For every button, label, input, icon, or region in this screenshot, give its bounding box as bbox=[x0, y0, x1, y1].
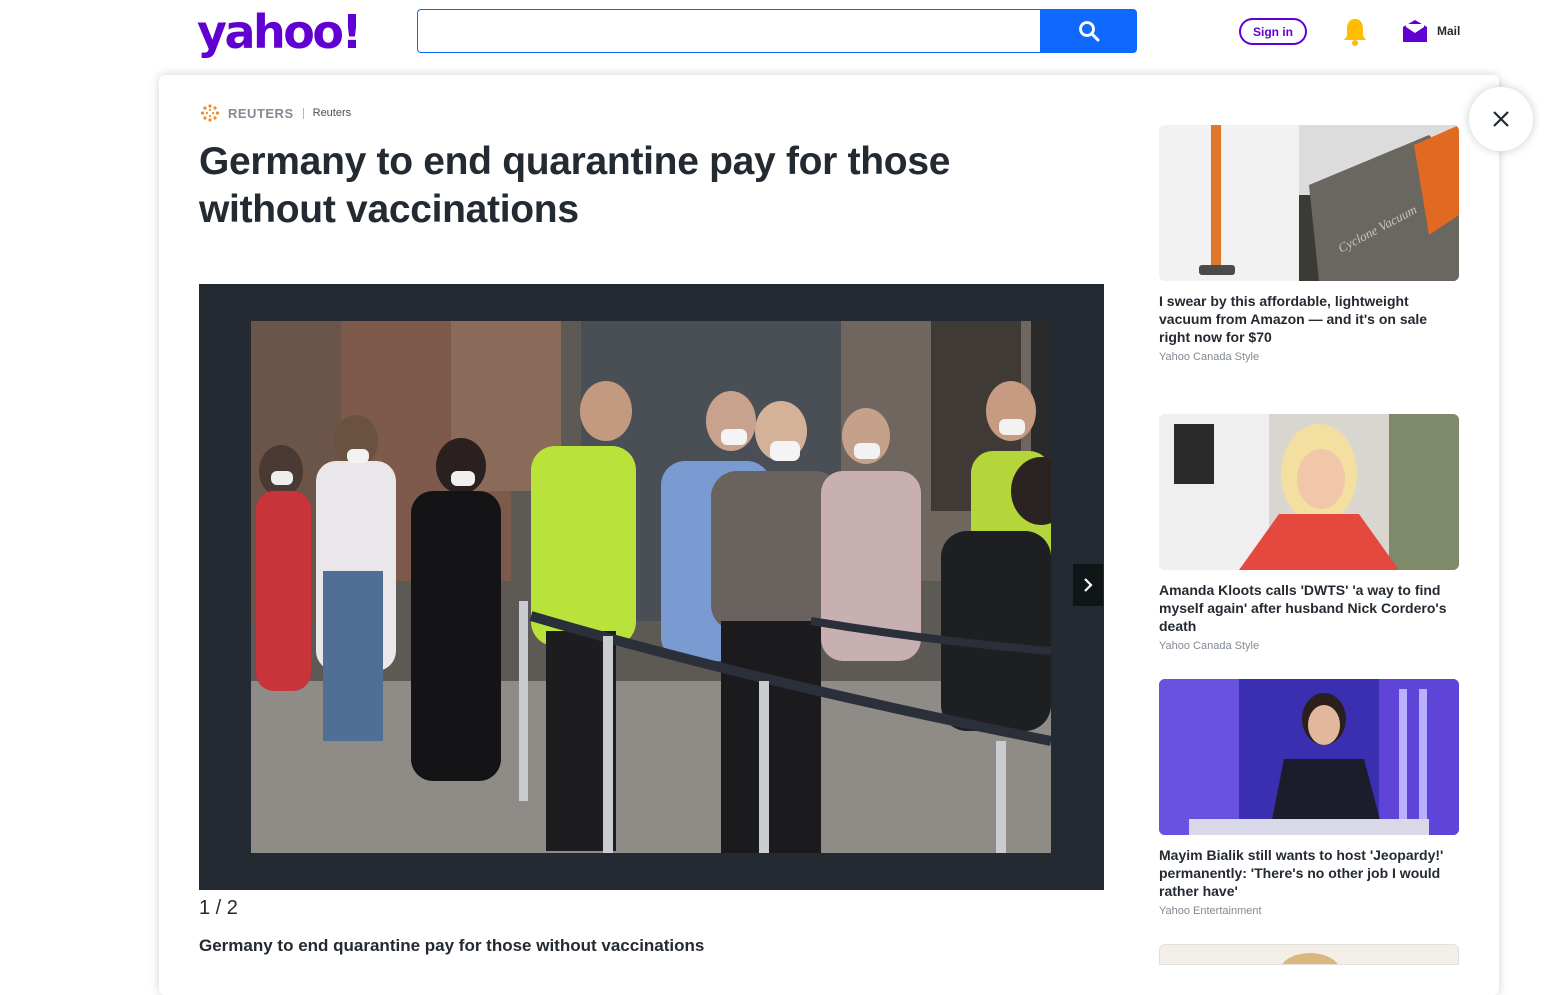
article-provider: REUTERS Reuters bbox=[199, 103, 351, 123]
close-button[interactable] bbox=[1469, 87, 1533, 151]
search-icon bbox=[1078, 21, 1099, 42]
rail-story-3[interactable]: Mayim Bialik still wants to host 'Jeopar… bbox=[1159, 679, 1459, 917]
rail-story-thumbnail bbox=[1159, 944, 1459, 965]
chevron-right-icon bbox=[1084, 578, 1093, 592]
rail-story-1[interactable]: Cyclone Vacuum I swear by this affordabl… bbox=[1159, 125, 1459, 363]
rail-story-source: Yahoo Canada Style bbox=[1159, 640, 1260, 652]
slide-caption: Germany to end quarantine pay for those … bbox=[199, 936, 705, 955]
photo-queue-illustration bbox=[251, 321, 1051, 853]
rail-story-4[interactable] bbox=[1159, 944, 1459, 965]
mail-icon[interactable] bbox=[1402, 19, 1428, 43]
rail-story-thumbnail bbox=[1159, 414, 1459, 570]
rail-story-title[interactable]: I swear by this affordable, lightweight … bbox=[1159, 292, 1459, 346]
rail-story-2[interactable]: Amanda Kloots calls 'DWTS' 'a way to fin… bbox=[1159, 414, 1459, 652]
slideshow-next-button[interactable] bbox=[1073, 564, 1103, 606]
rail-story-thumbnail: Cyclone Vacuum bbox=[1159, 125, 1459, 281]
rail-story-thumbnail bbox=[1159, 679, 1459, 835]
rail-story-title[interactable]: Mayim Bialik still wants to host 'Jeopar… bbox=[1159, 846, 1459, 900]
search-input[interactable] bbox=[417, 9, 1041, 53]
mail-link[interactable]: Mail bbox=[1437, 24, 1460, 38]
slide-counter: 1 / 2 bbox=[199, 897, 238, 919]
rail-story-source: Yahoo Canada Style bbox=[1159, 351, 1260, 363]
provider-divider bbox=[302, 107, 304, 119]
rail-story-source: Yahoo Entertainment bbox=[1159, 905, 1262, 917]
header: yahoo! Sign in Mail bbox=[0, 0, 1545, 64]
close-icon bbox=[1493, 111, 1509, 127]
slideshow bbox=[199, 284, 1104, 890]
slideshow-photo[interactable] bbox=[251, 321, 1051, 853]
provider-name[interactable]: REUTERS bbox=[228, 106, 294, 121]
search-button[interactable] bbox=[1040, 9, 1137, 53]
search-bar bbox=[417, 9, 1137, 53]
rail-story-title[interactable]: Amanda Kloots calls 'DWTS' 'a way to fin… bbox=[1159, 581, 1459, 635]
yahoo-logo[interactable]: yahoo! bbox=[197, 4, 362, 60]
reuters-logo-icon bbox=[200, 104, 220, 122]
article-headline: Germany to end quarantine pay for those … bbox=[199, 140, 951, 231]
article-author: Reuters bbox=[312, 107, 352, 119]
sign-in-button[interactable]: Sign in bbox=[1239, 18, 1307, 45]
bell-icon[interactable] bbox=[1340, 16, 1370, 48]
